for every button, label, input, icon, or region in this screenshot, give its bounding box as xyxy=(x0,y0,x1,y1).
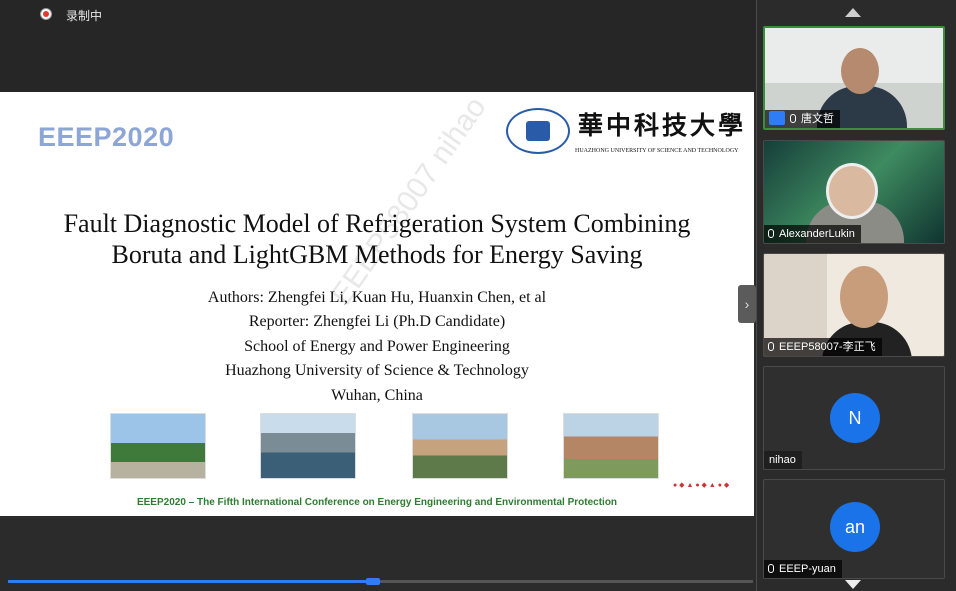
panel-divider xyxy=(756,0,757,591)
person-head xyxy=(826,163,878,219)
participant-name: 唐文哲 xyxy=(801,113,834,125)
participant-tile[interactable]: 唐文哲 xyxy=(763,26,945,130)
campus-photo xyxy=(260,413,356,479)
collapse-sidebar-button[interactable]: › xyxy=(738,285,756,323)
person-head xyxy=(840,266,888,328)
meeting-top-bar: 录制中 xyxy=(0,0,756,92)
participant-name-tag: EEEP-yuan xyxy=(764,560,842,578)
microphone-icon xyxy=(768,229,774,238)
recording-label: 录制中 xyxy=(66,9,103,23)
shared-slide: EEEP2020 華中科技大學 HUAZHONG UNIVERSITY OF S… xyxy=(0,92,754,516)
person-icon xyxy=(769,111,785,125)
participant-name: AlexanderLukin xyxy=(779,228,855,240)
microphone-icon xyxy=(768,564,774,573)
slide-title-line-2: Boruta and LightGBM Methods for Energy S… xyxy=(111,240,643,269)
scroll-up-icon[interactable] xyxy=(845,8,861,17)
participant-avatar: N xyxy=(830,393,880,443)
participant-name: nihao xyxy=(764,451,802,469)
university-line: Huazhong University of Science & Technol… xyxy=(225,362,529,379)
reporter-line: Reporter: Zhengfei Li (Ph.D Candidate) xyxy=(248,313,506,330)
participant-tile[interactable]: EEEP58007-李正飞 xyxy=(763,253,945,357)
authors-line: Authors: Zhengfei Li, Kuan Hu, Huanxin C… xyxy=(207,289,547,306)
playback-progress-bar[interactable] xyxy=(8,580,753,583)
conference-logo: EEEP2020 xyxy=(38,122,175,152)
playback-progress-fill xyxy=(8,580,374,583)
microphone-icon xyxy=(768,342,774,351)
participant-avatar: an xyxy=(830,502,880,552)
scroll-down-icon[interactable] xyxy=(845,580,861,589)
campus-photo xyxy=(563,413,659,479)
watermark: EEEP58007 nihao xyxy=(325,92,493,311)
school-line: School of Energy and Power Engineering xyxy=(244,338,510,355)
slide-title: Fault Diagnostic Model of Refrigeration … xyxy=(0,208,754,270)
university-name-en: HUAZHONG UNIVERSITY OF SCIENCE AND TECHN… xyxy=(575,148,739,154)
playback-progress-handle[interactable] xyxy=(366,578,380,585)
participant-name: EEEP-yuan xyxy=(779,563,836,575)
participant-name-tag: AlexanderLukin xyxy=(764,225,861,243)
campus-photo xyxy=(110,413,206,479)
conference-footer: EEEP2020 – The Fifth International Confe… xyxy=(136,497,618,508)
participant-name-tag: 唐文哲 xyxy=(765,110,840,128)
location-line: Wuhan, China xyxy=(331,387,423,404)
participant-name: EEEP58007-李正飞 xyxy=(779,341,876,353)
participant-tile[interactable]: an EEEP-yuan xyxy=(763,479,945,579)
participant-tile[interactable]: AlexanderLukin xyxy=(763,140,945,244)
participant-name-tag: EEEP58007-李正飞 xyxy=(764,338,882,356)
social-icons-strip: ● ◆ ▲ ● ◆ ▲ ● ◆ xyxy=(673,482,730,489)
participant-tile[interactable]: N nihao xyxy=(763,366,945,470)
person-head xyxy=(841,48,879,94)
university-emblem-icon xyxy=(506,108,570,154)
campus-photo xyxy=(412,413,508,479)
university-name-cn: 華中科技大學 xyxy=(578,111,747,140)
record-icon[interactable] xyxy=(40,8,52,20)
slide-title-line-1: Fault Diagnostic Model of Refrigeration … xyxy=(63,209,691,238)
microphone-icon xyxy=(790,114,796,123)
